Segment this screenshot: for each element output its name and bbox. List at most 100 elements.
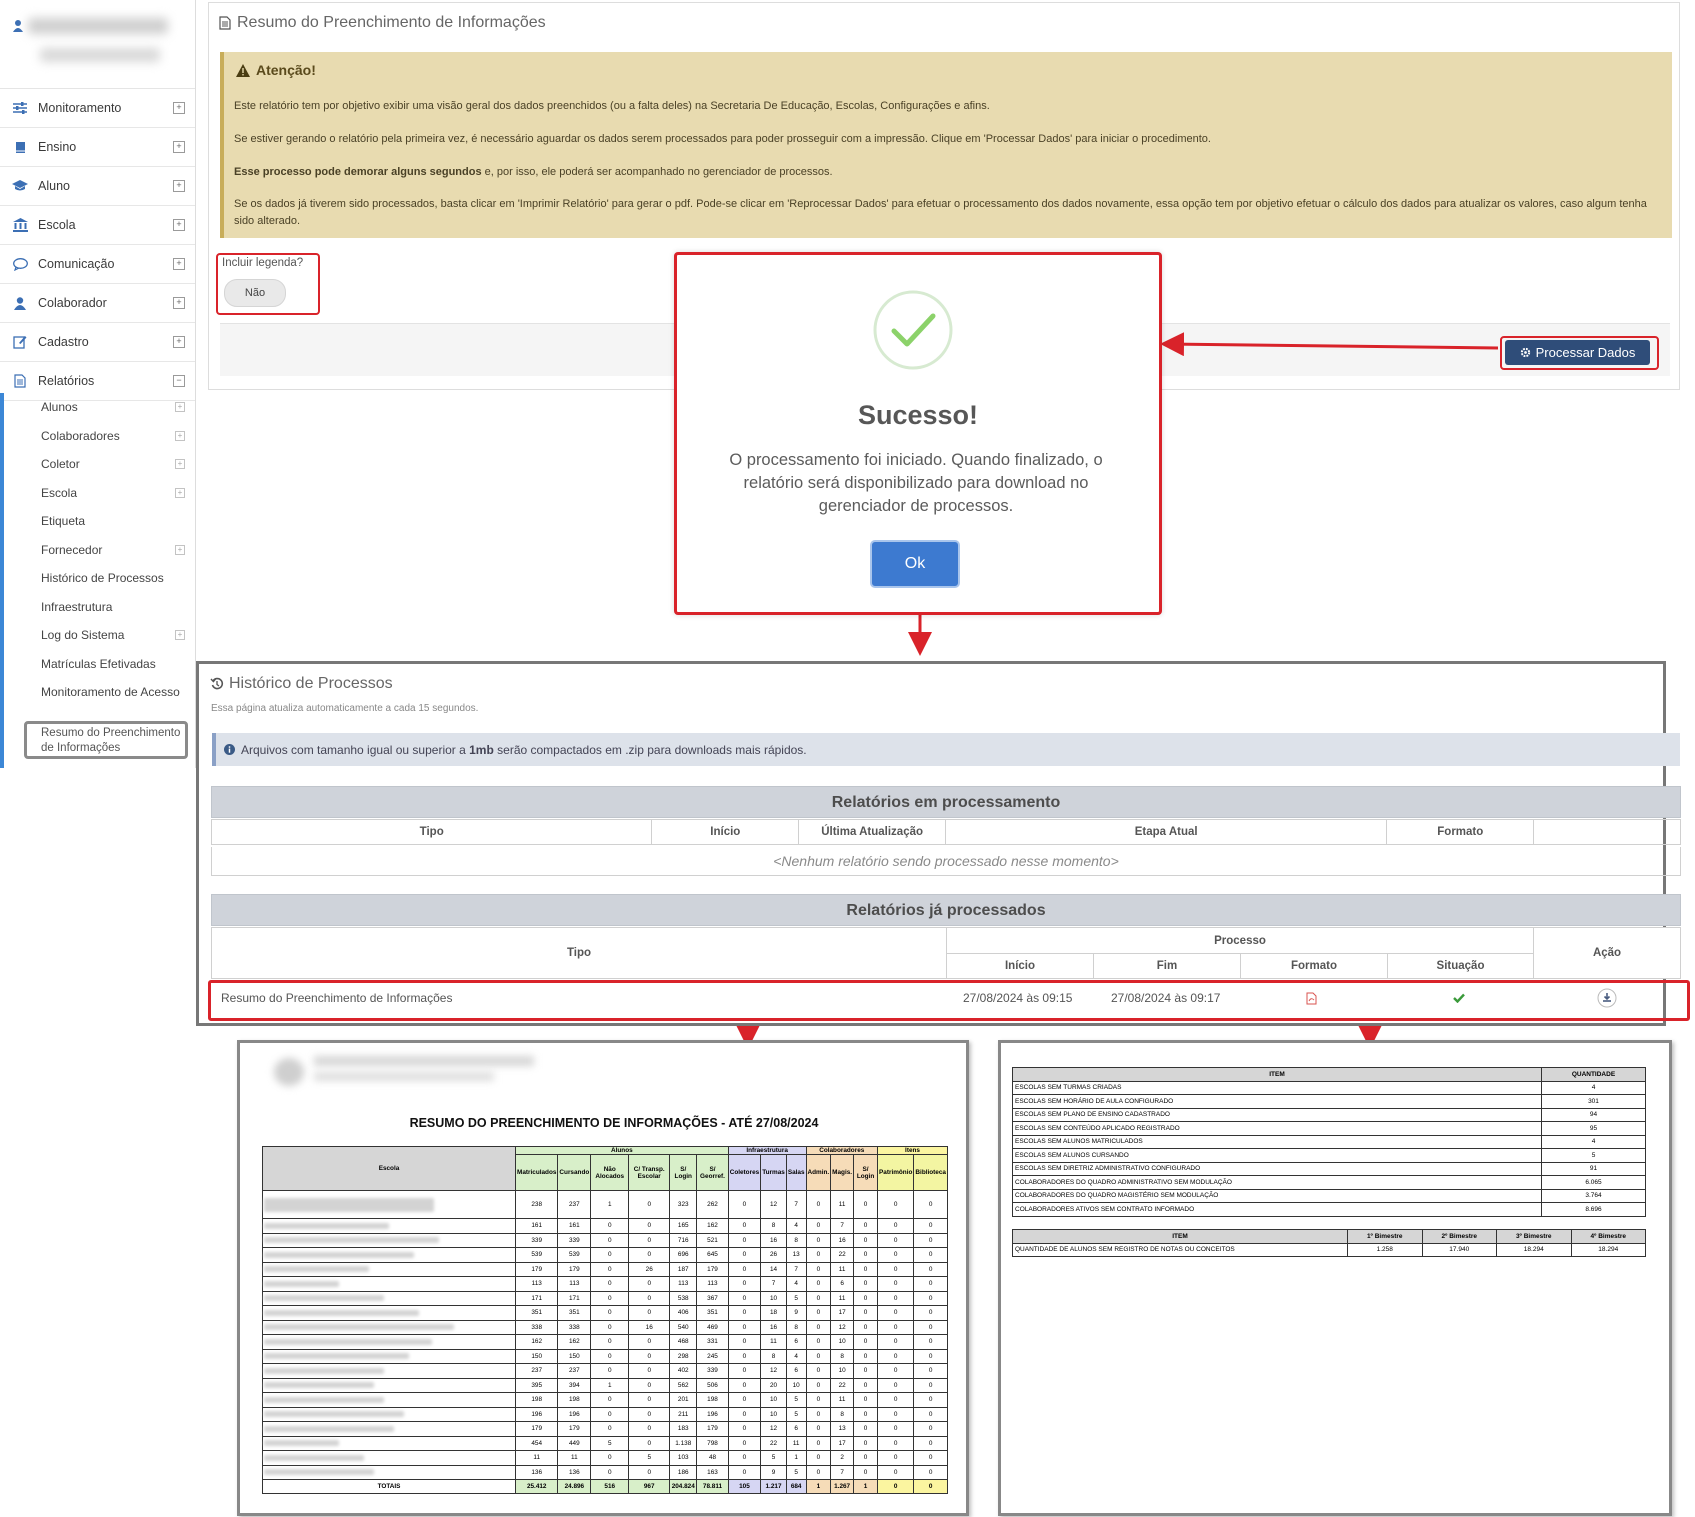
report-row: 150 150 0 0 298 245 0 8 4 0 8 0 0 0 [262,1348,948,1364]
report-cell: 0 [805,1464,832,1480]
report-cell: 0 [590,1276,630,1292]
report-cell: 0 [628,1276,671,1292]
report-cell: 367 [696,1290,729,1306]
report-row: 161 161 0 0 165 162 0 8 4 0 7 0 0 0 [262,1218,948,1234]
pending-item-qtd: 4 [1541,1134,1646,1149]
col-bimestre: 4º Bimestre [1570,1229,1646,1244]
report-cell: 10 [760,1290,787,1306]
report-cell: 0 [628,1464,671,1480]
pending-item-label: ESCOLAS SEM ALUNOS MATRICULADOS [1012,1134,1542,1149]
totals-cell: 105 [727,1479,762,1494]
pending-item-qtd: 95 [1541,1121,1646,1136]
report-cell: 0 [877,1363,915,1379]
report-cell: 201 [669,1392,698,1408]
report-cell: 0 [590,1348,630,1364]
report-cell: 179 [557,1261,592,1277]
col-item: ITEM [1012,1229,1348,1244]
report-cell: 16 [830,1232,855,1248]
school-name-redacted [262,1377,516,1393]
download-icon[interactable] [1597,984,1617,1012]
report-cell: 0 [590,1232,630,1248]
report-cell: 6 [785,1334,807,1350]
report-row: 454 449 5 0 1.138 798 0 22 11 0 17 0 0 0 [262,1435,948,1451]
report-cell: 0 [805,1406,832,1422]
pending-item-label: COLABORADORES ATIVOS SEM CONTRATO INFORM… [1012,1202,1542,1217]
report-cell: 11 [830,1261,855,1277]
pending-item-label: ESCOLAS SEM DIRETRIZ ADMINISTRATIVO CONF… [1012,1161,1542,1176]
report-cell: 48 [696,1450,729,1466]
notes-value: 18.294 [1496,1242,1572,1257]
report-row: 162 162 0 0 468 331 0 11 6 0 10 0 0 0 [262,1334,948,1350]
ok-button[interactable]: Ok [870,540,960,588]
pending-item-row: ESCOLAS SEM DIRETRIZ ADMINISTRATIVO CONF… [1012,1161,1646,1176]
report-logo [270,1050,560,1090]
report-cell: 198 [696,1392,729,1408]
report-cell: 0 [628,1334,671,1350]
processing-table-title: Relatórios em processamento [211,786,1681,818]
report-cell: 162 [514,1334,559,1350]
report-cell: 14 [760,1261,787,1277]
report-column-header: Matriculados [514,1154,559,1191]
notes-value: 18.294 [1570,1242,1646,1257]
report-cell: 0 [913,1363,948,1379]
report-summary-table: Escola Alunos Infraestrutura Colaborador… [262,1146,948,1494]
school-name-redacted [262,1261,516,1277]
report-cell: 0 [877,1190,915,1219]
pending-item-label: COLABORADORES DO QUADRO MAGISTÉRIO SEM M… [1012,1188,1542,1203]
school-name-redacted [262,1276,516,1292]
report-row: 171 171 0 0 538 367 0 10 5 0 11 0 0 0 [262,1290,948,1306]
report-cell: 10 [830,1363,855,1379]
report-cell: 0 [853,1392,879,1408]
totals-cell: 78.811 [696,1479,729,1494]
report-cell: 469 [696,1319,729,1335]
report-column-header: Turmas [760,1154,787,1191]
report-cell: 0 [590,1290,630,1306]
report-cell: 13 [830,1421,855,1437]
report-row: 136 136 0 0 186 163 0 9 5 0 7 0 0 0 [262,1464,948,1480]
report-cell: 0 [727,1392,762,1408]
report-cell: 0 [913,1218,948,1234]
report-cell: 10 [785,1377,807,1393]
report-cell: 13 [785,1247,807,1263]
check-icon [872,289,954,371]
totals-cell: 1.267 [830,1479,855,1494]
report-column-header: S/ Login [669,1154,698,1191]
report-cell: 12 [760,1363,787,1379]
report-cell: 0 [853,1334,879,1350]
report-cell: 165 [669,1218,698,1234]
report-cell: 0 [628,1290,671,1306]
report-cell: 395 [514,1377,559,1393]
report-cell: 10 [830,1334,855,1350]
report-cell: 0 [853,1290,879,1306]
check-status-icon [1453,984,1465,1012]
school-name-redacted [262,1218,516,1234]
totals-cell: 516 [590,1479,630,1494]
report-cell: 5 [628,1450,671,1466]
report-cell: 0 [727,1261,762,1277]
report-cell: 521 [696,1232,729,1248]
report-cell: 17 [830,1435,855,1451]
report-cell: 468 [669,1334,698,1350]
report-cell: 245 [696,1348,729,1364]
report-cell: 4 [785,1348,807,1364]
report-cell: 150 [557,1348,592,1364]
report-cell: 171 [557,1290,592,1306]
notes-value: 1.258 [1347,1242,1423,1257]
report-cell: 0 [913,1276,948,1292]
col-fim: Fim [1093,953,1241,979]
processed-table-title: Relatórios já processados [211,894,1681,926]
report-column-header: S/ Login [853,1154,879,1191]
pdf-icon[interactable] [1306,984,1317,1012]
report-cell: 339 [557,1232,592,1248]
report-cell: 7 [830,1218,855,1234]
report-cell: 0 [805,1421,832,1437]
report-cell: 5 [590,1435,630,1451]
report-cell: 0 [805,1377,832,1393]
report-cell: 0 [727,1421,762,1437]
report-cell: 406 [669,1305,698,1321]
pending-item-row: COLABORADORES DO QUADRO MAGISTÉRIO SEM M… [1012,1188,1646,1203]
report-cell: 11 [785,1435,807,1451]
col-acao: Ação [1533,927,1681,979]
report-cell: 183 [669,1421,698,1437]
totals-cell: 967 [628,1479,671,1494]
